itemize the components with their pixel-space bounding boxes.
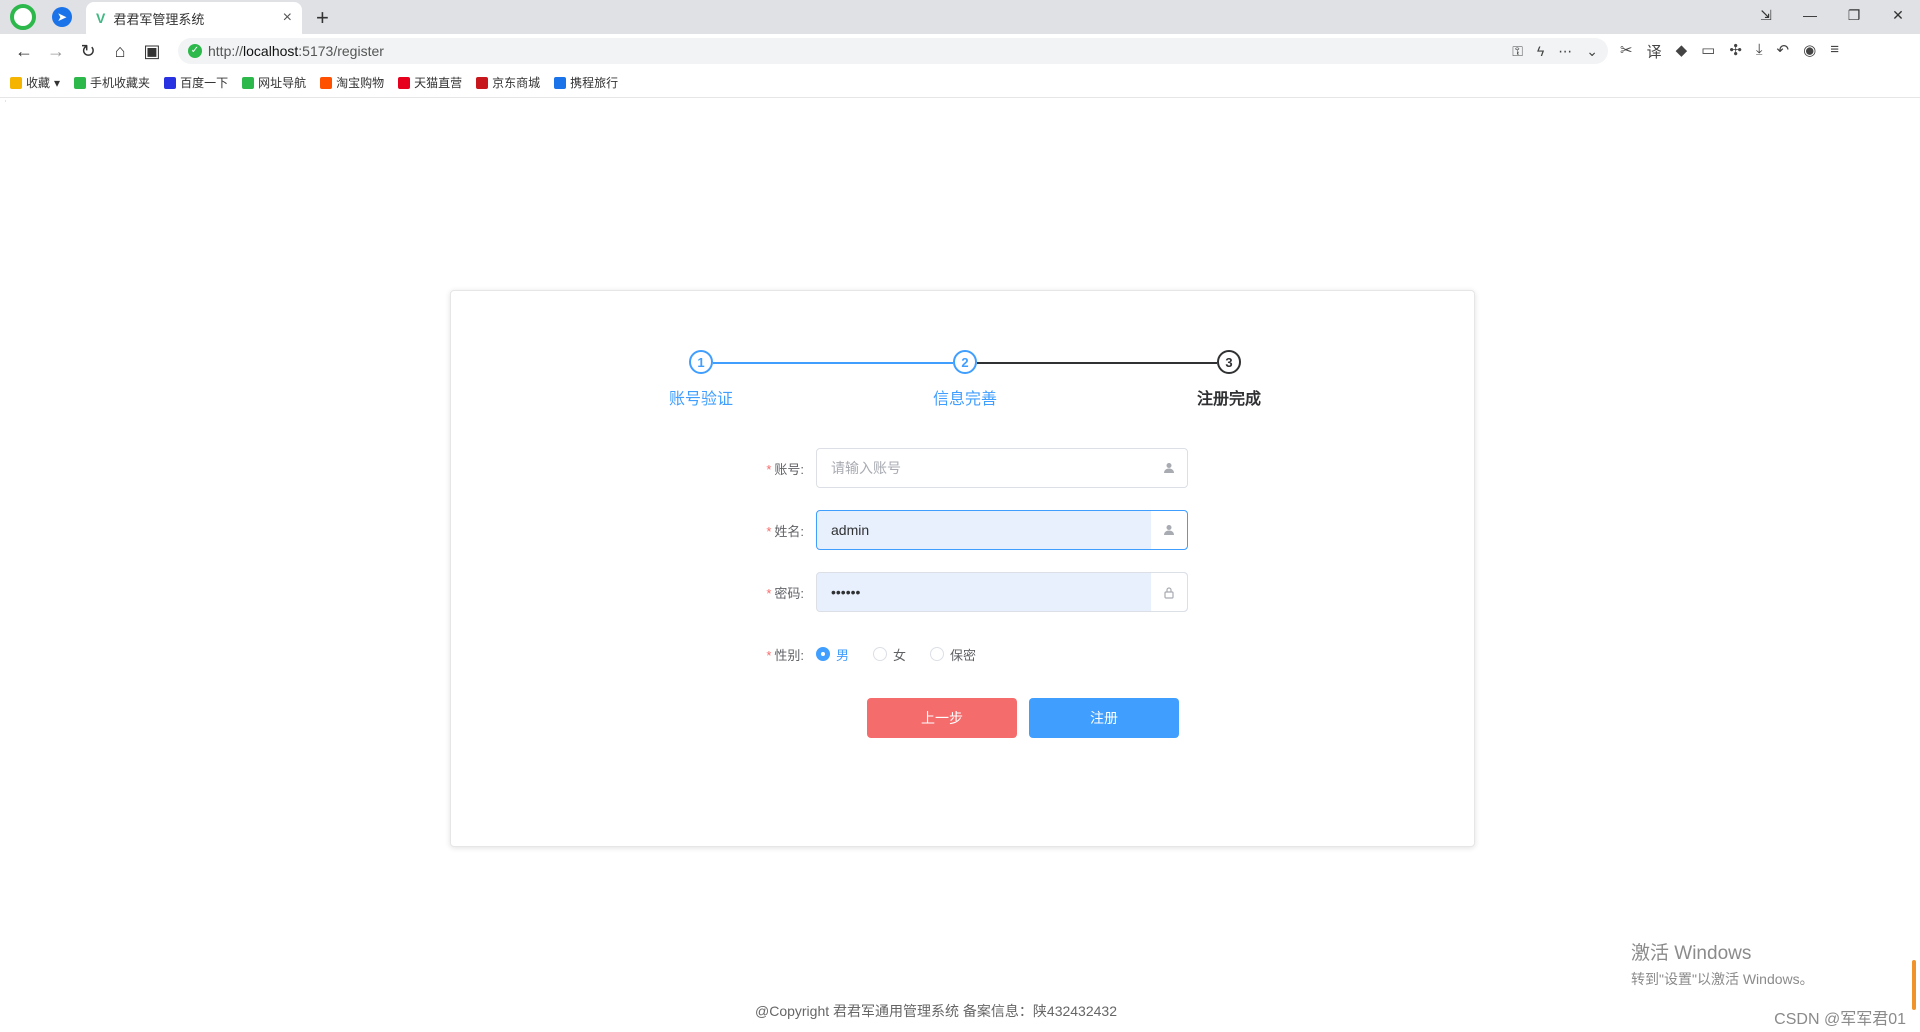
scroll-indicator — [1912, 960, 1916, 1010]
gender-radio-male[interactable]: 男 — [816, 645, 849, 664]
account-placeholder: 请输入账号 — [831, 460, 901, 476]
gender-radio-female[interactable]: 女 — [873, 645, 906, 664]
gender-radio-group: 男 女 保密 — [816, 645, 976, 664]
jd-icon — [476, 76, 489, 89]
gender-row: * 性别: 男 女 保密 — [738, 634, 976, 674]
bookmark-favorites[interactable]: 收藏 ▾ — [10, 74, 60, 91]
browser-tab[interactable]: V 君君军管理系统 × — [86, 2, 302, 34]
taobao-icon — [320, 76, 333, 89]
baidu-icon — [164, 76, 177, 89]
translate-icon[interactable]: 译 — [1647, 41, 1662, 62]
toolbar-tools: ✂ 译 ◆ ▭ ✣ ⤓ ↶ ◉ ≡ — [1620, 41, 1839, 62]
minimize-button[interactable]: — — [1788, 0, 1832, 30]
tab-title: 君君军管理系统 — [113, 11, 205, 27]
account-row: * 账号: 请输入账号 — [738, 448, 1188, 488]
vue-favicon-icon: V — [96, 10, 106, 26]
bookmarks-bar: 收藏 ▾ 手机收藏夹 百度一下 网址导航 淘宝购物 天猫直营 京东商城 携程旅行 — [0, 68, 1920, 98]
bookmark-item[interactable]: 百度一下 — [164, 74, 228, 91]
key-icon[interactable]: ⚿ — [1512, 43, 1523, 60]
step-3-circle: 3 — [1217, 350, 1241, 374]
download-icon[interactable]: ⤓ — [1756, 41, 1763, 62]
step-line-2 — [977, 362, 1217, 364]
copyright-footer: @Copyright 君君军通用管理系统 备案信息：陕432432432 — [755, 1003, 1117, 1019]
lightning-icon[interactable]: ϟ — [1537, 43, 1544, 60]
step-2-circle: 2 — [953, 350, 977, 374]
password-label: * 密码: — [766, 585, 804, 601]
undo-icon[interactable]: ↶ — [1777, 41, 1790, 62]
step-3-label: 注册完成 — [1196, 391, 1261, 408]
menu-icon[interactable]: ≡ — [1830, 41, 1839, 62]
bookmark-item[interactable]: 网址导航 — [242, 74, 306, 91]
prev-step-button[interactable]: 上一步 — [867, 698, 1017, 738]
secure-icon: ✓ — [188, 44, 202, 58]
gender-radio-secret[interactable]: 保密 — [930, 645, 976, 664]
bookmark-item[interactable]: 淘宝购物 — [320, 74, 384, 91]
name-input[interactable]: admin — [816, 510, 1188, 550]
bookmark-item[interactable]: 天猫直营 — [398, 74, 462, 91]
star-icon — [10, 76, 22, 89]
nav-icon — [242, 76, 255, 89]
account-label: * 账号: — [766, 461, 804, 477]
password-row: * 密码: •••••• — [738, 572, 1188, 612]
puzzle-icon[interactable]: ✣ — [1729, 41, 1742, 62]
steps: 1 2 3 账号验证 信息完善 注册完成 — [451, 291, 1474, 411]
step-line-1 — [713, 362, 953, 364]
name-row: * 姓名: admin — [738, 510, 1188, 550]
skin-icon[interactable]: ⇲ — [1744, 0, 1788, 30]
lock-icon — [1151, 573, 1187, 611]
pinned-tab-icon[interactable]: ➤ — [52, 7, 72, 27]
close-window-button[interactable]: ✕ — [1876, 0, 1920, 30]
game-icon[interactable]: ◆ — [1676, 41, 1688, 62]
reload-icon[interactable]: ↻ — [72, 41, 104, 62]
window-controls: ⇲ — ❐ ✕ — [1744, 0, 1920, 30]
browser-logo-icon — [10, 4, 36, 30]
tmall-icon — [398, 76, 411, 89]
tab-close-icon[interactable]: × — [283, 9, 292, 27]
name-value: admin — [831, 522, 870, 538]
name-label: * 姓名: — [766, 523, 804, 539]
phone-icon — [74, 76, 87, 89]
browser-icon[interactable]: ◉ — [1803, 41, 1816, 62]
account-input[interactable]: 请输入账号 — [816, 448, 1188, 488]
screen-icon[interactable]: ▭ — [1701, 41, 1715, 62]
more-icon[interactable]: ⋯ — [1558, 43, 1572, 60]
windows-activation-watermark: 激活 Windows 转到"设置"以激活 Windows。 — [1631, 943, 1814, 987]
url-text[interactable]: http://localhost:5173/register — [208, 43, 1512, 59]
browser-tabbar: ➤ V 君君军管理系统 × + ⇲ — ❐ ✕ — [0, 0, 1920, 34]
extension-briefcase-icon[interactable]: ▣ — [136, 41, 168, 62]
forward-icon[interactable]: → — [40, 41, 72, 62]
bookmark-item[interactable]: 京东商城 — [476, 74, 540, 91]
address-bar[interactable]: ✓ http://localhost:5173/register ⚿ ϟ ⋯ ⌄ — [178, 38, 1608, 64]
browser-toolbar: ← → ↻ ⌂ ▣ ✓ http://localhost:5173/regist… — [0, 34, 1920, 68]
step-1-label: 账号验证 — [668, 391, 733, 408]
password-value: •••••• — [831, 584, 861, 600]
restore-button[interactable]: ❐ — [1832, 0, 1876, 30]
home-icon[interactable]: ⌂ — [104, 41, 136, 62]
step-2-label: 信息完善 — [932, 391, 997, 408]
bookmark-item[interactable]: 手机收藏夹 — [74, 74, 150, 91]
register-page: 1 2 3 账号验证 信息完善 注册完成 * 账号: 请输入账号 * 姓名: adm… — [0, 102, 1920, 1032]
gender-label: * 性别: — [766, 647, 804, 663]
ctrip-icon — [554, 76, 567, 89]
user-icon — [1151, 511, 1187, 549]
user-icon — [1151, 449, 1187, 487]
bookmark-item[interactable]: 携程旅行 — [554, 74, 618, 91]
chevron-down-icon[interactable]: ⌄ — [1586, 43, 1598, 60]
new-tab-button[interactable]: + — [316, 5, 329, 31]
step-1-circle: 1 — [689, 350, 713, 374]
password-input[interactable]: •••••• — [816, 572, 1188, 612]
register-card: 1 2 3 账号验证 信息完善 注册完成 * 账号: 请输入账号 * 姓名: adm… — [450, 290, 1475, 847]
csdn-watermark: CSDN @军军君01 — [1774, 1011, 1906, 1028]
back-icon[interactable]: ← — [8, 41, 40, 62]
scissors-icon[interactable]: ✂ — [1620, 41, 1633, 62]
register-button[interactable]: 注册 — [1029, 698, 1179, 738]
